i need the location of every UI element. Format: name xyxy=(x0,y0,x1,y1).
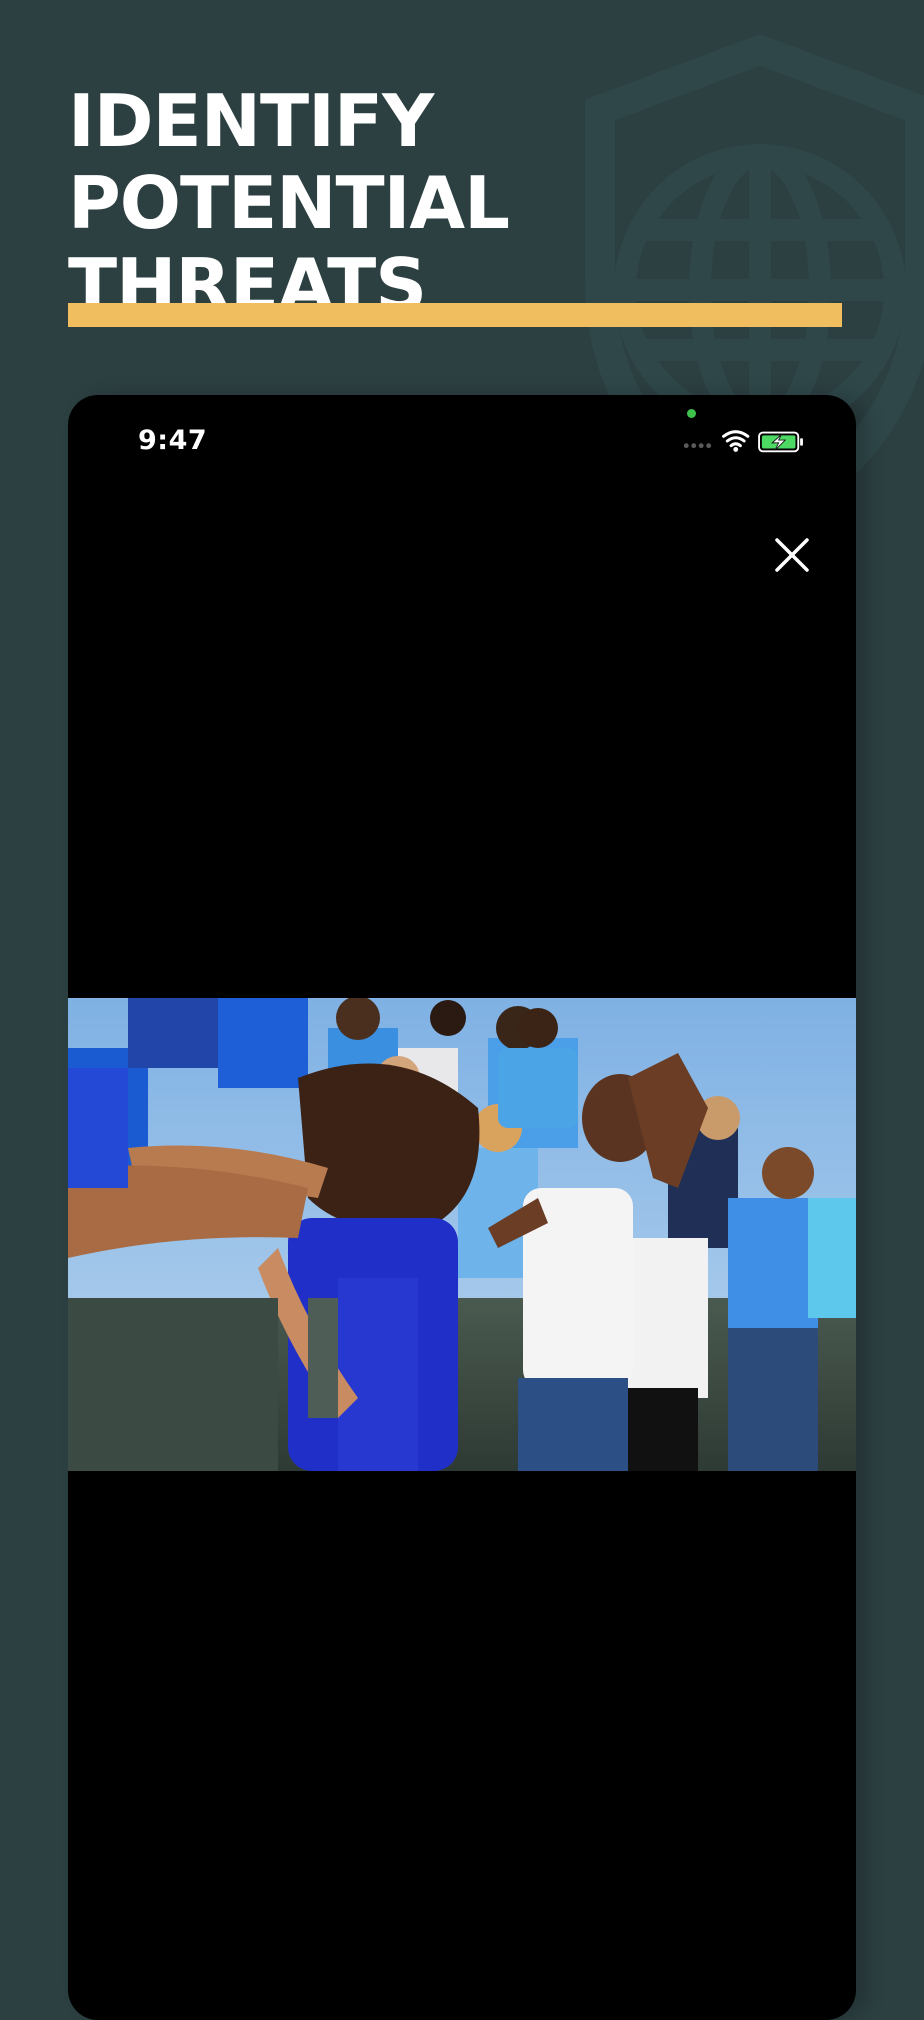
crowd-photo[interactable] xyxy=(68,998,856,1471)
accent-bar xyxy=(68,303,842,327)
phone-mockup: 9:47 xyxy=(68,395,856,2020)
cellular-signal-icon xyxy=(683,443,712,449)
close-icon[interactable] xyxy=(768,531,816,579)
camera-indicator-dot xyxy=(687,409,696,418)
page-headline: IDENTIFY POTENTIAL THREATS xyxy=(68,80,868,326)
headline-line-1: IDENTIFY POTENTIAL xyxy=(68,79,510,245)
status-time: 9:47 xyxy=(138,425,208,456)
wifi-icon xyxy=(722,430,750,448)
battery-charging-icon xyxy=(758,431,803,453)
status-icons xyxy=(683,430,803,453)
